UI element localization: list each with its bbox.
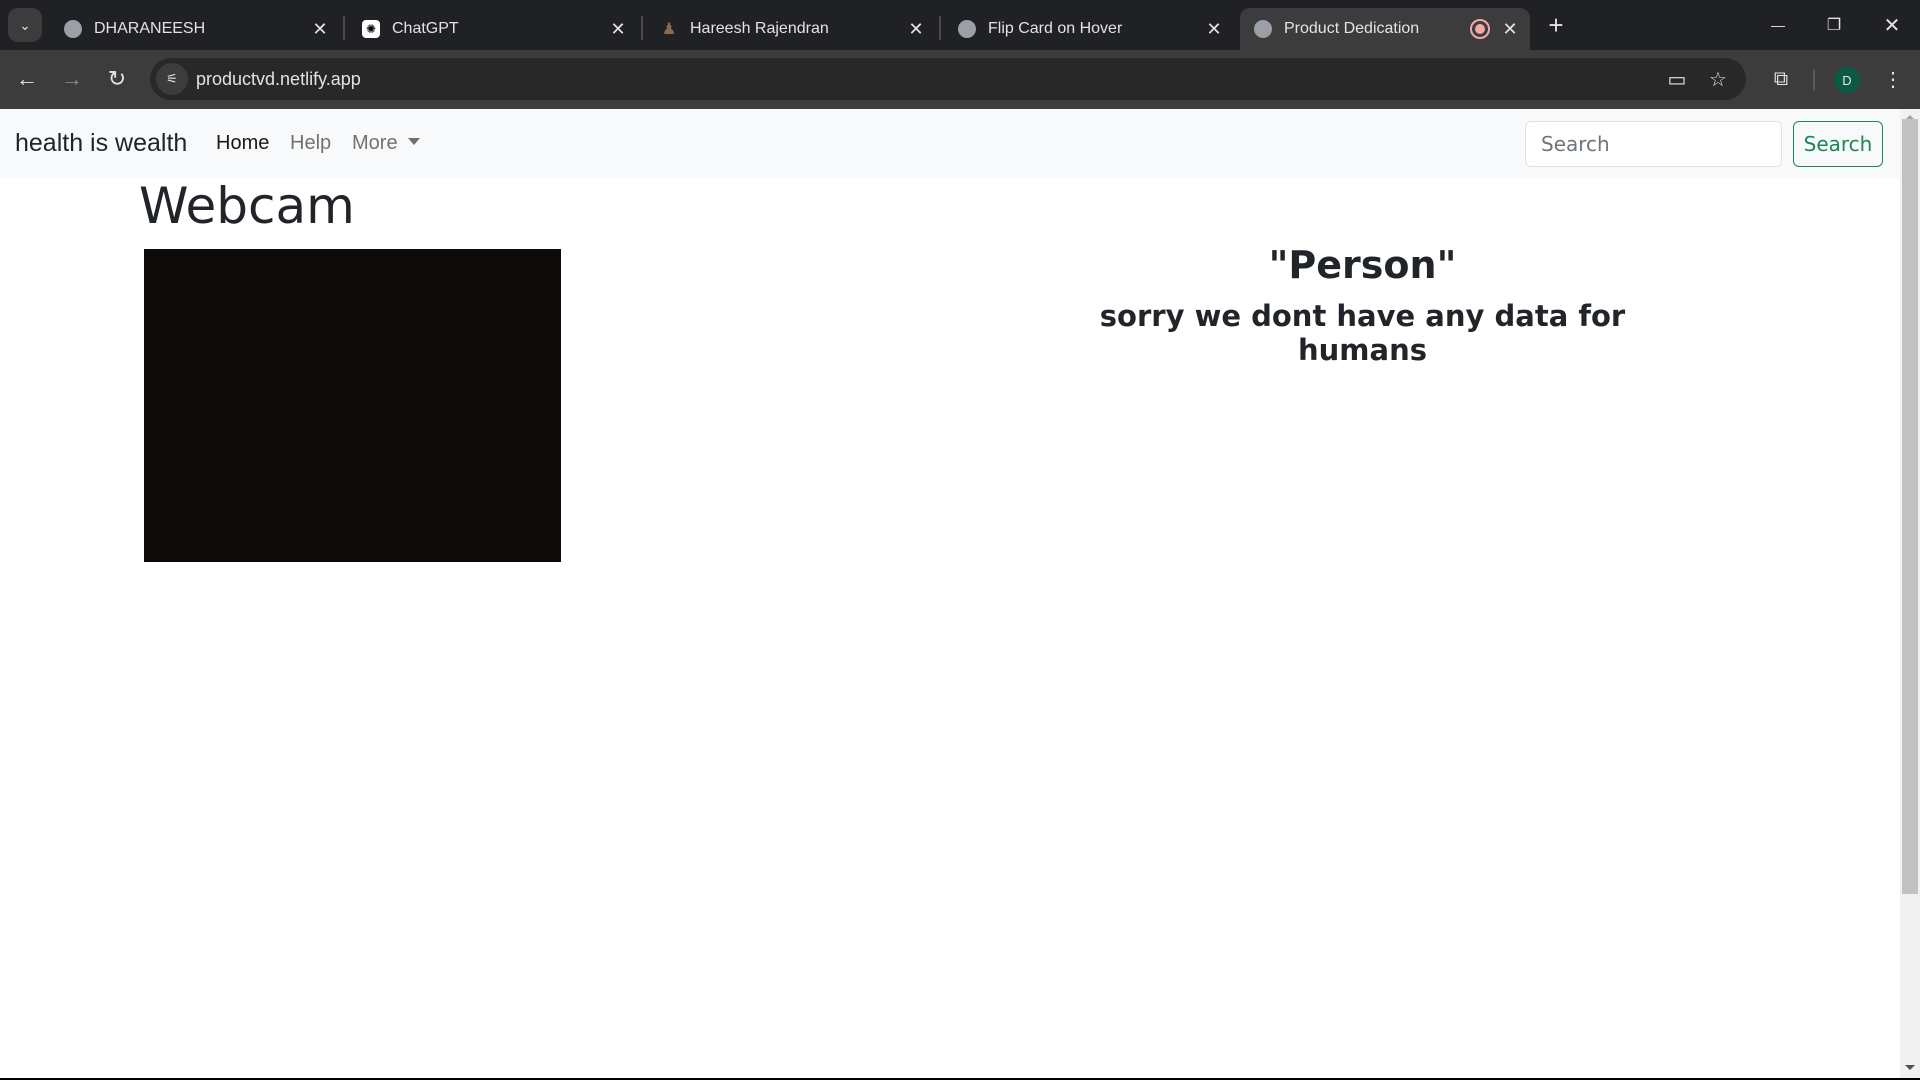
close-tab-icon[interactable]: ✕: [608, 19, 628, 39]
tune-icon: ⚟: [166, 71, 178, 86]
page-scrollbar[interactable]: [1900, 109, 1920, 1078]
globe-icon: [64, 20, 82, 38]
restore-button[interactable]: ❐: [1806, 0, 1862, 50]
new-tab-button[interactable]: +: [1544, 12, 1568, 38]
prediction-message: sorry we dont have any data for humans: [1099, 299, 1626, 367]
caret-down-icon: [407, 138, 420, 145]
tab-title: Product Dedication: [1284, 20, 1420, 37]
arrow-right-icon: →: [61, 66, 83, 91]
tab-title: Flip Card on Hover: [988, 20, 1123, 37]
tab-separator: [641, 16, 643, 40]
webcam-heading: Webcam: [139, 177, 355, 235]
tab-separator: [939, 16, 941, 40]
webcam-video-feed: [144, 249, 561, 562]
nav-link-home[interactable]: Home: [216, 132, 269, 155]
forward-button[interactable]: →: [55, 62, 89, 96]
close-tab-icon[interactable]: ✕: [906, 19, 926, 39]
extensions-icon[interactable]: ⧉: [1766, 64, 1796, 94]
close-tab-icon[interactable]: ✕: [310, 19, 330, 39]
camera-in-use-icon[interactable]: ▭: [1665, 67, 1689, 91]
minimize-button[interactable]: —: [1750, 0, 1806, 50]
url-text[interactable]: productvd.netlify.app: [196, 69, 361, 90]
chatgpt-icon: ✺: [362, 20, 380, 38]
profile-avatar[interactable]: D: [1834, 67, 1860, 93]
tab-dharaneesh[interactable]: DHARANEESH ✕: [50, 8, 340, 50]
tab-title: ChatGPT: [392, 20, 459, 37]
search-input[interactable]: [1525, 121, 1782, 167]
close-icon: ✕: [1883, 14, 1901, 37]
tab-title: Hareesh Rajendran: [690, 20, 829, 37]
address-bar[interactable]: ⚟ productvd.netlify.app ▭ ☆: [150, 58, 1746, 100]
tab-flip-card-on-hover[interactable]: Flip Card on Hover ✕: [944, 8, 1234, 50]
tab-product-dedication[interactable]: Product Dedication ✕: [1240, 8, 1530, 50]
site-info-button[interactable]: ⚟: [156, 63, 188, 95]
brand-logo-text[interactable]: health is wealth: [15, 129, 187, 158]
search-button[interactable]: Search: [1793, 121, 1883, 167]
scrollbar-thumb[interactable]: [1902, 119, 1918, 894]
nav-dropdown-more[interactable]: More: [352, 132, 420, 155]
back-button[interactable]: ←: [10, 62, 44, 96]
tab-hareesh-rajendran[interactable]: ♟ Hareesh Rajendran ✕: [646, 8, 936, 50]
window-close-button[interactable]: ✕: [1864, 0, 1920, 50]
tab-strip: ⌄ DHARANEESH ✕ ✺ ChatGPT ✕ ♟ Hareesh Raj…: [0, 0, 1920, 50]
arrow-left-icon: ←: [16, 66, 38, 91]
recording-indicator-icon: [1470, 19, 1490, 39]
tab-search-button[interactable]: ⌄: [8, 8, 42, 42]
tab-separator: [343, 16, 345, 40]
menu-kebab-icon[interactable]: ⋮: [1878, 64, 1908, 94]
tab-title: DHARANEESH: [94, 20, 206, 37]
globe-icon: [958, 20, 976, 38]
nav-link-help[interactable]: Help: [290, 132, 331, 155]
web-page: health is wealth Home Help More Search W…: [0, 109, 1900, 1078]
bookmark-star-icon[interactable]: ☆: [1706, 67, 1730, 91]
reload-button[interactable]: ↻: [100, 62, 134, 96]
tab-chatgpt[interactable]: ✺ ChatGPT ✕: [348, 8, 638, 50]
close-tab-icon[interactable]: ✕: [1500, 19, 1520, 39]
restore-icon: ❐: [1826, 17, 1842, 34]
globe-icon: [1254, 20, 1272, 38]
minimize-icon: —: [1771, 17, 1785, 33]
reload-icon: ↻: [107, 66, 127, 91]
prediction-label: "Person": [1268, 243, 1457, 287]
site-navbar: health is wealth Home Help More Search: [0, 109, 1900, 178]
browser-window: ⌄ DHARANEESH ✕ ✺ ChatGPT ✕ ♟ Hareesh Raj…: [0, 0, 1920, 1080]
person-avatar-icon: ♟: [661, 21, 677, 38]
toolbar-separator: [1813, 69, 1815, 91]
nav-dropdown-label: More: [352, 132, 398, 154]
close-tab-icon[interactable]: ✕: [1204, 19, 1224, 39]
scroll-down-arrow-icon[interactable]: [1905, 1065, 1915, 1070]
chevron-down-icon: ⌄: [19, 16, 31, 33]
browser-toolbar: ← → ↻ ⚟ productvd.netlify.app ▭ ☆ ⧉ D ⋮: [0, 50, 1920, 109]
